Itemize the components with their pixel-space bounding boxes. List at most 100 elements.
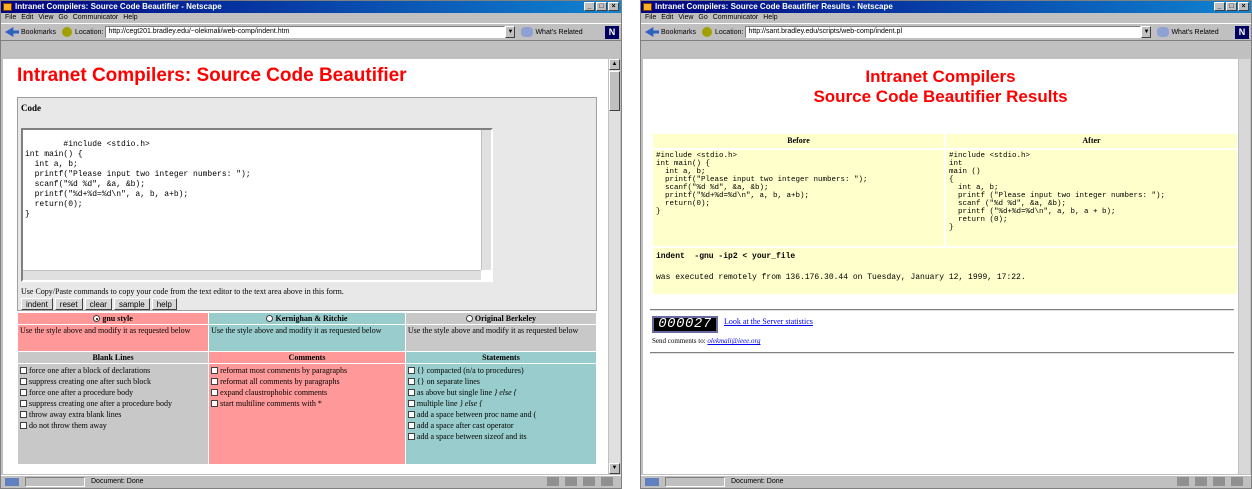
scroll-up-button[interactable]: ▲ [609,59,620,70]
location-input[interactable]: http://cegt201.bradley.edu/~olekmali/web… [105,26,506,38]
checkbox[interactable] [407,400,415,407]
option-item[interactable]: add a space between sizeof and its [407,431,594,442]
email-link[interactable]: olekmali@ieee.org [707,337,760,345]
option-item[interactable]: add a space between proc name and ( [407,409,594,420]
toolbar-tab[interactable] [1,41,621,46]
menu-communicator[interactable]: Communicator [73,14,119,21]
bookmarks-button[interactable]: Bookmarks [661,29,696,36]
security-icon[interactable] [5,478,19,486]
whats-related-icon[interactable] [521,27,534,37]
option-item[interactable]: do not throw them away [20,420,206,431]
option-item[interactable]: throw away extra blank lines [20,409,206,420]
toolbar-tab[interactable] [641,41,1251,46]
menu-go[interactable]: Go [698,14,707,21]
checkbox[interactable] [407,378,415,385]
textarea-vertical-scrollbar[interactable] [481,130,491,270]
minimize-button[interactable]: _ [584,2,595,11]
menu-help[interactable]: Help [123,14,137,21]
location-dropdown-button[interactable]: ▼ [1141,26,1152,38]
checkbox[interactable] [407,389,415,396]
checkbox[interactable] [211,400,219,407]
option-item[interactable]: suppress creating one after a procedure … [20,398,206,409]
scroll-down-button[interactable]: ▼ [609,463,620,474]
option-item[interactable]: force one after a block of declarations [20,365,206,376]
option-item[interactable]: add a space after cast operator [407,420,594,431]
radio-original-berkeley[interactable] [465,315,473,322]
clear-button[interactable]: clear [84,298,112,310]
checkbox[interactable] [20,400,27,407]
checkbox[interactable] [20,389,27,396]
style-kr-cell[interactable]: Kernighan & Ritchie [209,313,405,324]
whats-related-button[interactable]: What's Related [535,29,582,36]
textarea-horizontal-scrollbar[interactable] [23,270,481,280]
checkbox[interactable] [211,378,219,385]
navigator-icon[interactable] [1177,477,1189,486]
bookmarks-icon[interactable] [645,27,659,37]
checkbox[interactable] [211,367,219,374]
checkbox[interactable] [20,367,27,374]
help-button[interactable]: help [151,298,177,310]
close-button[interactable]: × [1238,2,1249,11]
window-titlebar[interactable]: Intranet Compilers: Source Code Beautifi… [1,1,621,13]
server-statistics-link[interactable]: Look at the Server statistics [724,317,813,326]
whats-related-icon[interactable] [1157,27,1170,37]
checkbox[interactable] [20,411,27,418]
style-gnu-cell[interactable]: gnu style [18,313,209,324]
checkbox[interactable] [211,389,219,396]
menu-go[interactable]: Go [58,14,67,21]
menu-file[interactable]: File [645,14,656,21]
indent-button[interactable]: indent [21,298,53,310]
code-textarea[interactable]: #include <stdio.h> int main() { int a, b… [21,128,493,282]
option-item[interactable]: expand claustrophobic comments [211,387,403,398]
checkbox[interactable] [407,422,415,429]
radio-gnu-style[interactable] [93,315,101,322]
close-button[interactable]: × [608,2,619,11]
discussion-icon[interactable] [583,477,595,486]
option-item[interactable]: force one after a procedure body [20,387,206,398]
option-item[interactable]: start multiline comments with * [211,398,403,409]
mail-icon[interactable] [565,477,577,486]
window-titlebar[interactable]: Intranet Compilers: Source Code Beautifi… [641,1,1251,13]
bookmarks-button[interactable]: Bookmarks [21,29,56,36]
option-item[interactable]: reformat all comments by paragraphs [211,376,403,387]
option-item[interactable]: multiple line } else { [407,398,594,409]
composer-icon[interactable] [601,477,613,486]
style-berkeley-cell[interactable]: Original Berkeley [405,313,596,324]
checkbox[interactable] [407,367,415,374]
checkbox[interactable] [407,411,415,418]
reset-button[interactable]: reset [54,298,83,310]
option-item[interactable]: as above but single line } else { [407,387,594,398]
option-item[interactable]: {} on separate lines [407,376,594,387]
location-input[interactable]: http://sant.bradley.edu/scripts/web-comp… [745,26,1142,38]
page-vertical-scrollbar[interactable]: ▲ ▼ [608,59,620,474]
option-item[interactable]: {} compacted (n/a to procedures) [407,365,594,376]
page-vertical-scrollbar[interactable] [1238,59,1250,474]
radio-kernighan-ritchie[interactable] [266,315,274,322]
whats-related-button[interactable]: What's Related [1171,29,1218,36]
menu-communicator[interactable]: Communicator [713,14,759,21]
composer-icon[interactable] [1231,477,1243,486]
options-table: gnu style Kernighan & Ritchie Original B… [17,312,597,465]
checkbox[interactable] [20,378,27,385]
discussion-icon[interactable] [1213,477,1225,486]
maximize-button[interactable]: □ [596,2,607,11]
security-icon[interactable] [645,478,659,486]
menu-edit[interactable]: Edit [21,14,33,21]
navigator-icon[interactable] [547,477,559,486]
menu-view[interactable]: View [678,14,693,21]
minimize-button[interactable]: _ [1214,2,1225,11]
checkbox[interactable] [407,433,415,440]
scroll-thumb[interactable] [609,71,620,111]
menu-edit[interactable]: Edit [661,14,673,21]
sample-button[interactable]: sample [113,298,150,310]
checkbox[interactable] [20,422,27,429]
maximize-button[interactable]: □ [1226,2,1237,11]
bookmarks-icon[interactable] [5,27,19,37]
option-item[interactable]: reformat most comments by paragraphs [211,365,403,376]
mail-icon[interactable] [1195,477,1207,486]
option-item[interactable]: suppress creating one after such block [20,376,206,387]
menu-view[interactable]: View [38,14,53,21]
menu-file[interactable]: File [5,14,16,21]
location-dropdown-button[interactable]: ▼ [505,26,516,38]
menu-help[interactable]: Help [763,14,777,21]
